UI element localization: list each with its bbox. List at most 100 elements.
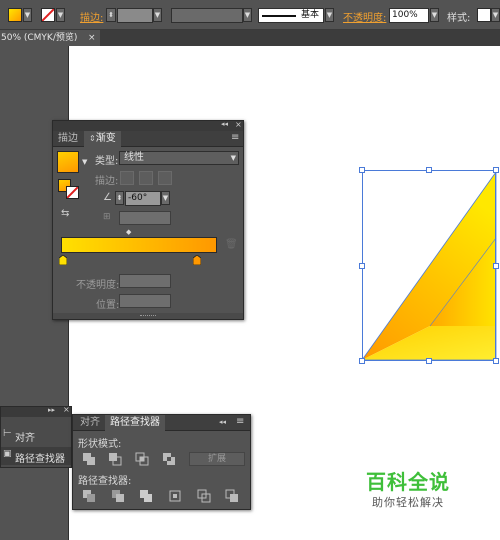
panel-tabs: 描边 ⇕渐变 ≡ bbox=[53, 131, 243, 147]
variable-width-select[interactable] bbox=[171, 8, 243, 23]
minus-back-button[interactable] bbox=[225, 489, 241, 503]
stroke-within-button[interactable] bbox=[120, 171, 134, 185]
gradient-preview-swatch[interactable] bbox=[57, 151, 79, 173]
tab-stroke[interactable]: 描边 bbox=[53, 131, 83, 147]
gradient-stop-left[interactable] bbox=[58, 254, 68, 266]
minus-front-button[interactable] bbox=[108, 452, 124, 466]
selection-bounding-box[interactable] bbox=[362, 170, 496, 361]
graphic-style-dropdown-icon[interactable]: ▼ bbox=[491, 8, 500, 22]
pathfinder-icon: ▣ bbox=[3, 449, 12, 459]
close-panel-icon[interactable]: × bbox=[63, 405, 70, 414]
angle-dropdown-icon[interactable]: ▼ bbox=[161, 191, 170, 205]
fill-dropdown-icon[interactable]: ▼ bbox=[23, 8, 32, 22]
unite-icon bbox=[83, 453, 95, 465]
stop-marker-icon bbox=[58, 254, 68, 266]
gradient-stop-right[interactable] bbox=[192, 254, 202, 266]
selection-handle-top-left[interactable] bbox=[359, 167, 365, 173]
dock-item-align[interactable]: ⊢ 对齐 bbox=[1, 427, 71, 444]
tab-align[interactable]: 对齐 bbox=[75, 415, 105, 431]
brush-profile-select[interactable]: 基本 bbox=[258, 8, 324, 23]
stroke-line-icon bbox=[262, 15, 296, 17]
collapse-icon[interactable]: ◂◂ bbox=[219, 418, 226, 426]
stroke-none-swatch[interactable] bbox=[41, 8, 55, 22]
midpoint-diamond-icon[interactable]: ◆ bbox=[126, 228, 131, 236]
expand-button[interactable]: 扩展 bbox=[189, 452, 245, 466]
stroke-along-button[interactable] bbox=[139, 171, 153, 185]
stop-marker-icon bbox=[192, 254, 202, 266]
style-label: 样式: bbox=[447, 13, 471, 24]
stroke-weight-input[interactable] bbox=[117, 8, 153, 23]
aspect-ratio-select[interactable] bbox=[119, 211, 171, 225]
stop-location-label: 位置: bbox=[96, 300, 120, 311]
angle-stepper[interactable]: ⬍ bbox=[115, 191, 124, 205]
delete-stop-icon[interactable]: 🗑 bbox=[225, 239, 238, 250]
selection-handle-bottom-left[interactable] bbox=[359, 358, 365, 364]
gradient-type-select[interactable]: 线性 ▼ bbox=[119, 151, 239, 165]
close-icon[interactable]: × bbox=[88, 30, 96, 46]
selection-handle-top-right[interactable] bbox=[493, 167, 499, 173]
angle-input[interactable]: -60° bbox=[125, 191, 161, 206]
close-panel-icon[interactable]: × bbox=[235, 120, 242, 129]
collapsed-dock-panel: ▸▸ × ⊢ 对齐 ▣ 路径查找器 bbox=[0, 405, 72, 468]
tab-gradient[interactable]: ⇕渐变 bbox=[84, 131, 121, 147]
merge-icon bbox=[140, 490, 152, 502]
selection-handle-middle-right[interactable] bbox=[493, 263, 499, 269]
selection-handle-bottom-middle[interactable] bbox=[426, 358, 432, 364]
opacity-dropdown-icon[interactable]: ▼ bbox=[430, 8, 439, 22]
trim-button[interactable] bbox=[111, 489, 127, 503]
opacity-label[interactable]: 不透明度: bbox=[343, 9, 386, 24]
panel-menu-icon[interactable]: ≡ bbox=[231, 132, 239, 143]
gradient-type-label: 类型: bbox=[95, 156, 119, 167]
selection-handle-middle-left[interactable] bbox=[359, 263, 365, 269]
aspect-ratio-icon: ⊞ bbox=[103, 212, 111, 222]
pathfinder-panel: 对齐 路径查找器 ◂◂ ≡ 形状模式: 扩展 路径查找器: bbox=[72, 414, 251, 510]
opacity-input[interactable]: 100% bbox=[389, 8, 429, 23]
stroke-label[interactable]: 描边: bbox=[80, 9, 103, 24]
stroke-weight-dropdown-icon[interactable]: ▼ bbox=[153, 8, 162, 22]
document-tab-title: 50% (CMYK/预览) bbox=[1, 33, 78, 43]
panel-resize-grip[interactable] bbox=[53, 313, 243, 319]
stop-location-select[interactable] bbox=[119, 294, 171, 308]
brush-profile-value: 基本 bbox=[301, 10, 320, 20]
minus-front-icon bbox=[109, 453, 122, 466]
expand-icon[interactable]: ▸▸ bbox=[48, 406, 55, 414]
fill-swatch[interactable] bbox=[8, 8, 22, 22]
panel-titlebar[interactable]: ◂◂ × bbox=[53, 120, 243, 131]
reverse-gradient-icon[interactable]: ⇆ bbox=[61, 208, 69, 219]
selection-handle-bottom-right[interactable] bbox=[493, 358, 499, 364]
stroke-weight-stepper[interactable]: ⬍ bbox=[106, 8, 116, 22]
stop-opacity-label: 不透明度: bbox=[76, 280, 120, 291]
merge-button[interactable] bbox=[139, 489, 155, 503]
outline-icon bbox=[197, 489, 211, 503]
stroke-across-button[interactable] bbox=[158, 171, 172, 185]
stop-opacity-select[interactable] bbox=[119, 274, 171, 288]
dock-item-align-label: 对齐 bbox=[15, 433, 35, 444]
tab-pathfinder[interactable]: 路径查找器 bbox=[105, 415, 165, 431]
variable-width-dropdown-icon[interactable]: ▼ bbox=[243, 8, 252, 22]
graphic-style-swatch[interactable] bbox=[477, 8, 491, 22]
collapse-icon[interactable]: ◂◂ bbox=[221, 120, 228, 128]
dock-titlebar[interactable]: ▸▸ × bbox=[1, 405, 71, 417]
unite-button[interactable] bbox=[82, 452, 98, 466]
dock-item-pathfinder[interactable]: ▣ 路径查找器 bbox=[1, 447, 71, 465]
none-slash-icon bbox=[41, 8, 55, 22]
intersect-button[interactable] bbox=[135, 452, 151, 466]
crop-button[interactable] bbox=[168, 489, 184, 503]
tab-gradient-label: 渐变 bbox=[95, 133, 116, 144]
gradient-type-value: 线性 bbox=[124, 152, 144, 163]
gradient-slider[interactable] bbox=[61, 237, 217, 253]
stroke-indicator-swatch[interactable] bbox=[66, 186, 79, 199]
gradient-stroke-label: 描边: bbox=[95, 176, 119, 187]
gradient-preset-dropdown-icon[interactable]: ▼ bbox=[82, 158, 87, 166]
selection-handle-top-middle[interactable] bbox=[426, 167, 432, 173]
document-tab[interactable]: 50% (CMYK/预览) × bbox=[0, 30, 100, 46]
panel-menu-icon[interactable]: ≡ bbox=[236, 416, 244, 427]
stroke-dropdown-icon[interactable]: ▼ bbox=[56, 8, 65, 22]
brush-profile-dropdown-icon[interactable]: ▼ bbox=[325, 8, 334, 22]
none-slash-icon bbox=[66, 186, 79, 199]
outline-button[interactable] bbox=[197, 489, 213, 503]
angle-icon: ∠ bbox=[103, 192, 112, 203]
exclude-button[interactable] bbox=[162, 452, 178, 466]
divide-button[interactable] bbox=[82, 489, 98, 503]
crop-icon bbox=[169, 490, 181, 502]
